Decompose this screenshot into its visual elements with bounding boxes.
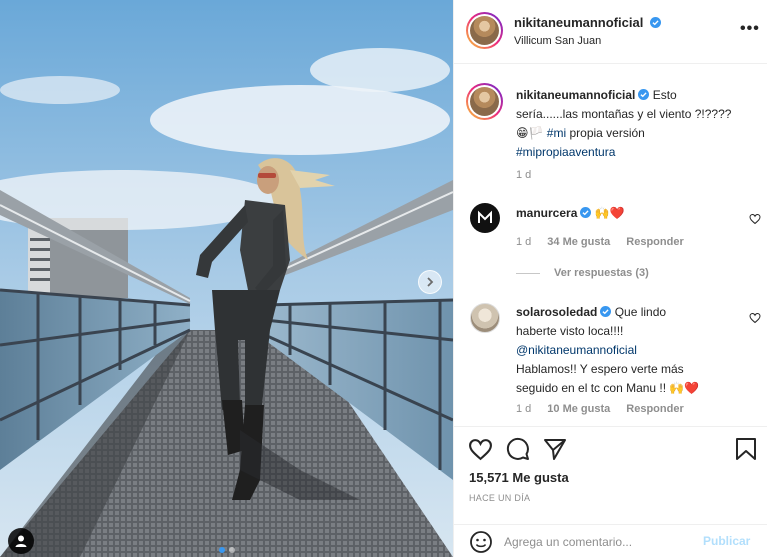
carousel-dot (228, 547, 235, 553)
comment-icon[interactable] (506, 437, 530, 461)
verified-icon (638, 89, 650, 100)
comment-text-line-3: Hablamos!! Y espero verte más (516, 362, 684, 376)
view-replies-label: Ver respuestas (3) (554, 267, 649, 279)
comment-text-line-4: seguido en el tc con Manu !! 🙌❤️ (516, 381, 700, 395)
caption-author-avatar[interactable] (466, 83, 503, 120)
post-actions: 15,571 Me gusta HACE UN DÍA Publicar (454, 426, 767, 557)
caption-meta: 1 d (516, 169, 531, 181)
manurcera-logo-icon (478, 210, 492, 223)
comment-meta: 1 d 34 Me gusta Responder (516, 236, 684, 248)
share-icon[interactable] (543, 437, 567, 461)
heart-icon[interactable] (749, 213, 761, 225)
caption-author[interactable]: nikitaneumannoficial (516, 88, 635, 102)
divider-line (516, 272, 540, 274)
verified-icon (600, 306, 612, 317)
comment-likes[interactable]: 34 Me gusta (547, 236, 610, 248)
publish-button[interactable]: Publicar (703, 534, 750, 548)
caption-age: 1 d (516, 169, 532, 181)
next-photo-button[interactable] (418, 270, 442, 294)
chevron-right-icon (427, 277, 434, 287)
caption: nikitaneumannoficial Esto sería......las… (516, 86, 756, 162)
like-heart-icon[interactable] (468, 437, 493, 462)
emoji-icon[interactable] (469, 530, 493, 554)
caption-text-3: propia versión (569, 126, 645, 140)
likes-count[interactable]: 15,571 Me gusta (469, 470, 569, 485)
caption-line-2: sería......las montañas y el viento ?!??… (516, 107, 732, 121)
author-avatar[interactable] (466, 12, 503, 49)
carousel-dot-active (218, 547, 225, 553)
comment-age: 1 d (516, 403, 532, 415)
header-author-line: nikitaneumannoficial (514, 15, 661, 30)
comment-text: Que lindo (614, 305, 667, 319)
caption-emoji: 😁🏳️ (516, 126, 544, 140)
reply-button[interactable]: Responder (626, 236, 683, 248)
comment-composer: Publicar (454, 524, 767, 557)
post-header: nikitaneumannoficial Villicum San Juan •… (454, 0, 767, 64)
photo-scene (0, 0, 453, 557)
verified-icon (649, 17, 661, 28)
heart-icon[interactable] (749, 312, 761, 324)
instagram-post: nikitaneumannoficial Villicum San Juan •… (0, 0, 767, 557)
carousel-indicator (0, 547, 453, 553)
comment-age: 1 d (516, 236, 532, 248)
comment-text: 🙌❤️ (594, 206, 625, 220)
comment-meta: 1 d 10 Me gusta Responder (516, 403, 684, 415)
author-username[interactable]: nikitaneumannoficial (514, 15, 643, 30)
post-location[interactable]: Villicum San Juan (514, 35, 601, 47)
post-timestamp: HACE UN DÍA (469, 493, 531, 503)
comment-avatar-solarosoledad[interactable] (470, 303, 500, 333)
comment-avatar-manurcera[interactable] (470, 203, 500, 233)
post-photo[interactable] (0, 0, 453, 557)
comment-solarosoledad: solarosoledad Que lindo haberte visto lo… (516, 303, 746, 398)
comment-manurcera: manurcera 🙌❤️ (516, 204, 746, 223)
hashtag-mi[interactable]: #mi (547, 126, 566, 140)
comment-likes[interactable]: 10 Me gusta (547, 403, 610, 415)
hashtag-mipropiaaventura[interactable]: #mipropiaaventura (516, 143, 756, 162)
comment-author[interactable]: solarosoledad (516, 305, 597, 319)
comment-author[interactable]: manurcera (516, 206, 577, 220)
reply-button[interactable]: Responder (626, 403, 683, 415)
verified-icon (580, 207, 592, 218)
view-replies-button[interactable]: Ver respuestas (3) (516, 267, 649, 279)
caption-text: Esto (652, 88, 677, 102)
comment-text-line-2: haberte visto loca!!!! (516, 324, 624, 338)
comment-input[interactable] (504, 531, 694, 553)
post-side-panel: nikitaneumannoficial Villicum San Juan •… (453, 0, 767, 557)
more-options-icon[interactable]: ••• (740, 21, 760, 37)
user-tag-icon (15, 535, 27, 547)
bookmark-icon[interactable] (735, 437, 757, 461)
comment-mention[interactable]: @nikitaneumannoficial (516, 341, 746, 360)
